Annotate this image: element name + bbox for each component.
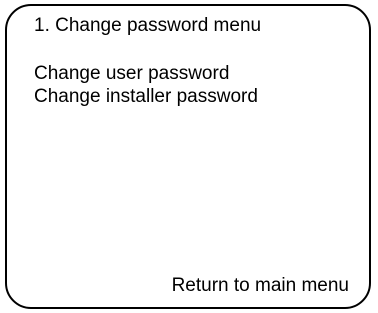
- menu-screen: 1. Change password menu Change user pass…: [5, 4, 371, 309]
- password-options-list: Change user password Change installer pa…: [34, 62, 258, 108]
- menu-title: 1. Change password menu: [34, 15, 262, 36]
- change-installer-password-item[interactable]: Change installer password: [34, 85, 258, 108]
- return-to-main-menu-item[interactable]: Return to main menu: [172, 274, 349, 298]
- change-user-password-item[interactable]: Change user password: [34, 62, 258, 85]
